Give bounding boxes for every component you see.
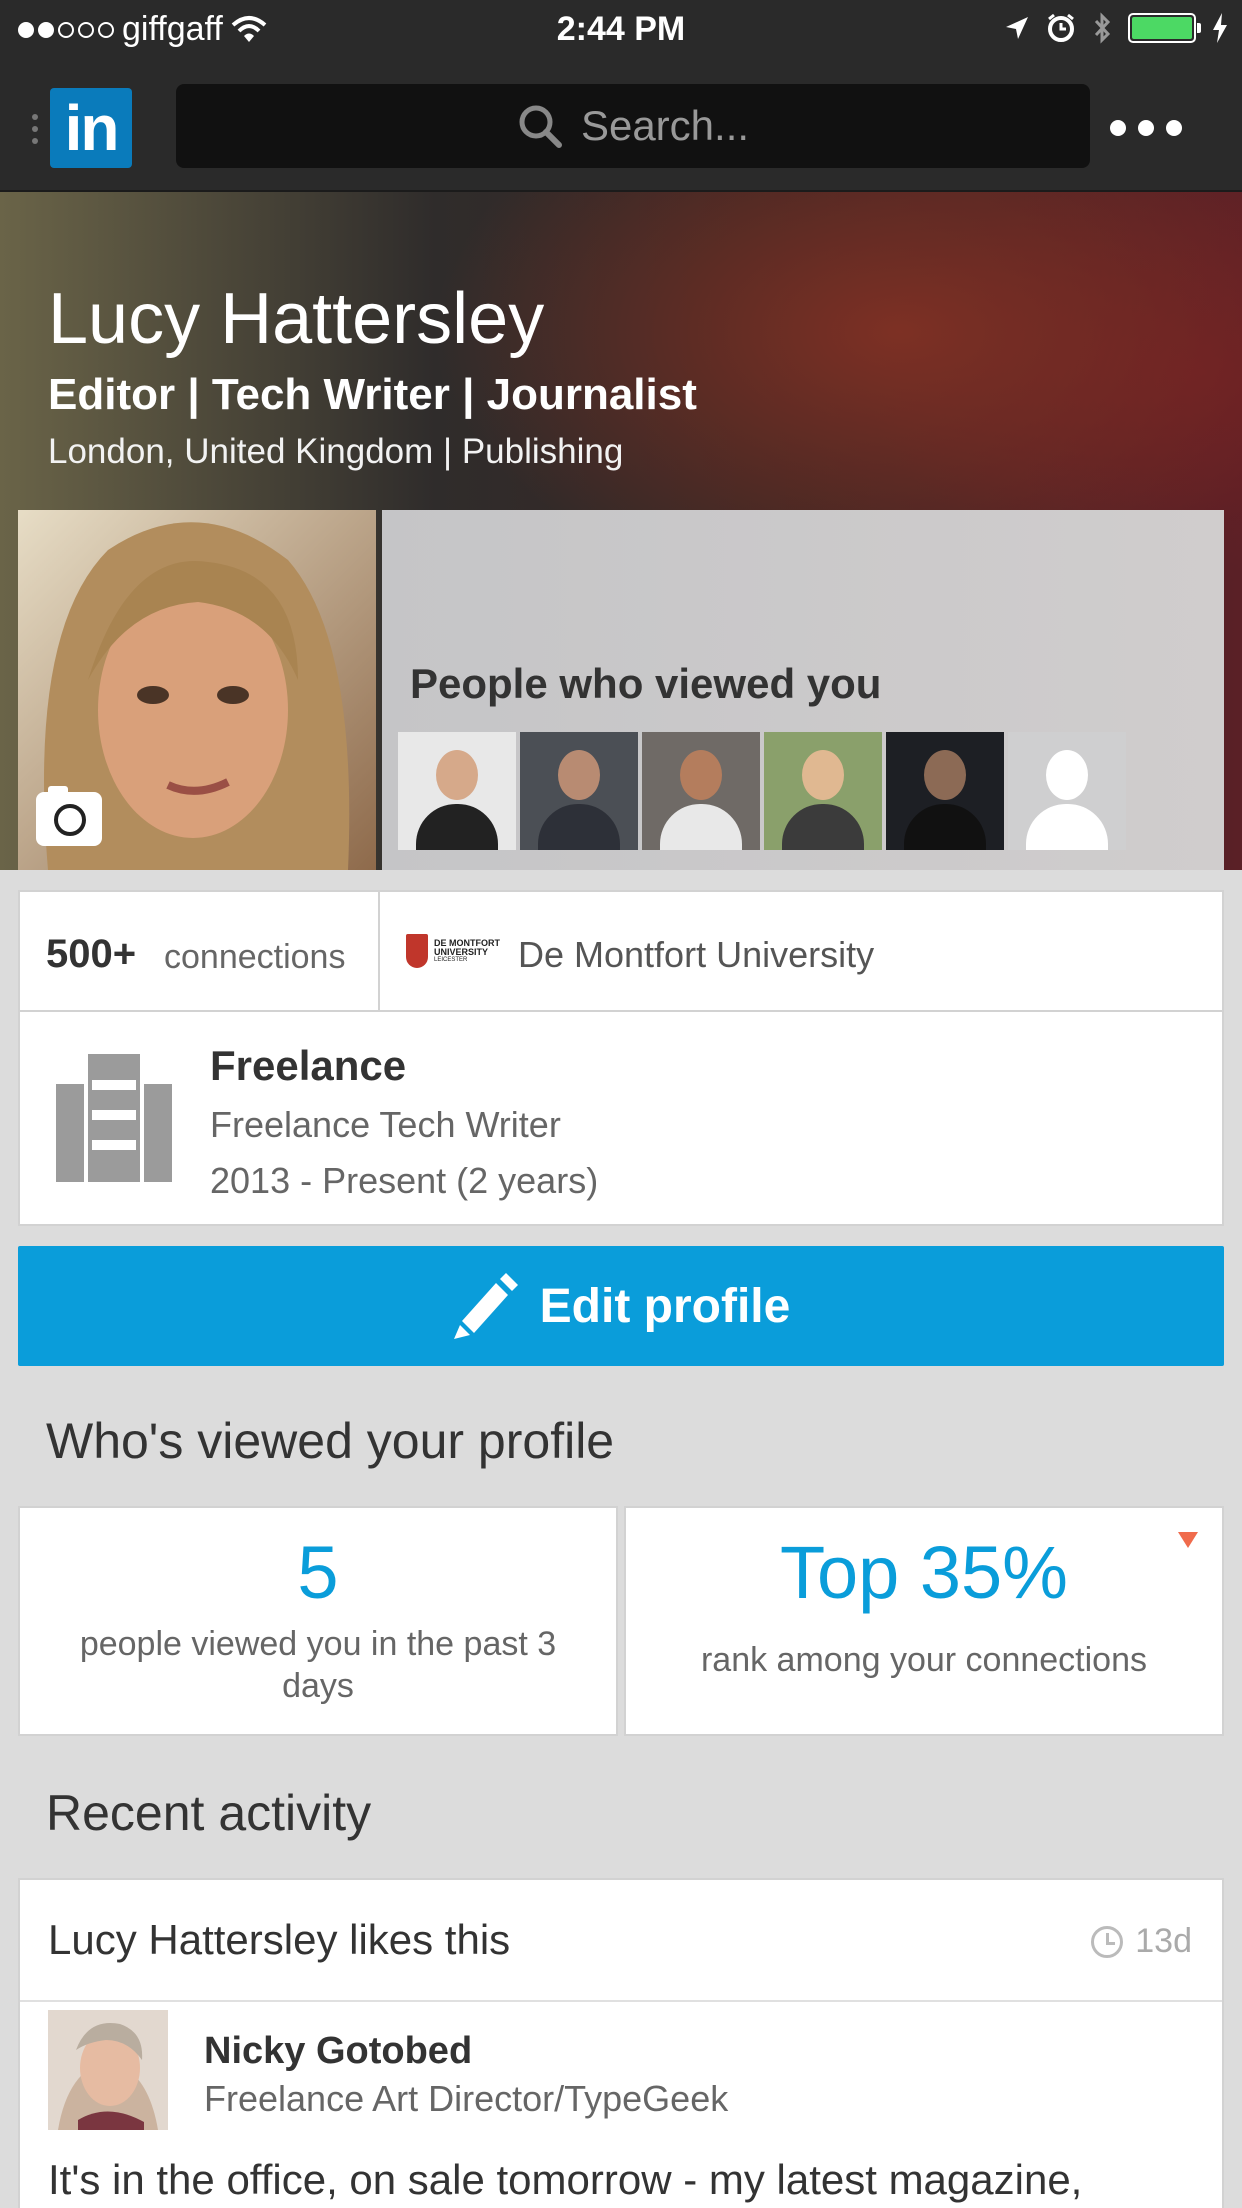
- people-viewed-title: People who viewed you: [410, 660, 882, 707]
- position-title: Freelance Tech Writer: [210, 1104, 561, 1145]
- whos-viewed-title: Who's viewed your profile: [46, 1413, 615, 1469]
- university-crest-icon: [406, 934, 428, 968]
- new-indicator-icon: [1178, 1532, 1198, 1548]
- connections-count: 500+: [46, 932, 137, 976]
- status-icons: [1004, 12, 1228, 44]
- profile-name: Lucy Hattersley: [48, 279, 545, 359]
- profile-views-card[interactable]: 5 people viewed you in the past 3 days: [18, 1506, 618, 1736]
- company-building-icon: [56, 1054, 172, 1182]
- profile-header: Lucy Hattersley Editor | Tech Writer | J…: [0, 192, 1242, 870]
- author-avatar[interactable]: [48, 2010, 168, 2130]
- search-input[interactable]: Search...: [176, 84, 1090, 168]
- activity-age: 13d: [1135, 1922, 1192, 1960]
- search-placeholder: Search...: [580, 102, 750, 149]
- people-viewed-panel[interactable]: People who viewed you: [382, 510, 1224, 870]
- activity-card[interactable]: Lucy Hattersley likes this 13d Nicky Got…: [18, 1878, 1224, 2208]
- current-position-card[interactable]: Freelance Freelance Tech Writer 2013 - P…: [18, 1010, 1224, 1226]
- charging-icon: [1213, 13, 1227, 43]
- pencil-icon: [453, 1273, 518, 1339]
- activity-actor: Lucy Hattersley likes this: [48, 1916, 511, 1963]
- connections-card[interactable]: 500+ connections: [18, 890, 380, 1012]
- author-title: Freelance Art Director/TypeGeek: [204, 2078, 729, 2119]
- more-icon[interactable]: [1110, 120, 1182, 136]
- profile-headline: Editor | Tech Writer | Journalist: [48, 370, 697, 419]
- viewer-avatar[interactable]: [642, 732, 760, 850]
- profile-location: London, United Kingdom | Publishing: [48, 432, 624, 471]
- location-arrow-icon: [1006, 17, 1028, 39]
- position-dates: 2013 - Present (2 years): [210, 1160, 599, 1201]
- activity-header: Lucy Hattersley likes this 13d: [20, 1880, 1222, 2002]
- clock-icon: [1091, 1925, 1124, 1958]
- grip-icon[interactable]: [32, 114, 38, 144]
- viewer-avatar-placeholder[interactable]: [1008, 732, 1126, 850]
- alarm-icon: [1048, 13, 1074, 42]
- viewer-avatar[interactable]: [764, 732, 882, 850]
- search-icon: [519, 105, 562, 148]
- views-label: people viewed you in the past 3 days: [79, 1625, 557, 1705]
- education-card[interactable]: DE MONTFORT UNIVERSITY LEICESTER De Mont…: [378, 890, 1224, 1012]
- university-logo: DE MONTFORT UNIVERSITY LEICESTER: [406, 934, 500, 968]
- edit-profile-label: Edit profile: [539, 1279, 791, 1333]
- status-bar: giffgaff 2:44 PM: [0, 0, 1242, 62]
- battery-icon: [1128, 13, 1201, 43]
- viewer-avatar[interactable]: [520, 732, 638, 850]
- rank-card[interactable]: Top 35% rank among your connections: [624, 1506, 1224, 1736]
- company-name: Freelance: [210, 1042, 407, 1089]
- viewer-avatar[interactable]: [886, 732, 1004, 850]
- linkedin-logo[interactable]: in: [50, 88, 132, 168]
- profile-photo[interactable]: [18, 510, 376, 870]
- activity-time: 13d: [1091, 1922, 1192, 1961]
- bluetooth-icon: [1094, 12, 1111, 44]
- recent-activity-title: Recent activity: [46, 1785, 372, 1841]
- post-text: It's in the office, on sale tomorrow - m…: [48, 2156, 1083, 2203]
- viewer-avatar[interactable]: [398, 732, 516, 850]
- rank-value: Top 35%: [780, 1531, 1068, 1614]
- views-count: 5: [297, 1531, 339, 1614]
- edit-profile-button[interactable]: Edit profile: [18, 1246, 1224, 1366]
- school-name: De Montfort University: [518, 934, 875, 975]
- connections-label: connections: [164, 938, 346, 976]
- rank-label: rank among your connections: [700, 1641, 1148, 1679]
- nav-bar: in Search...: [0, 62, 1242, 192]
- camera-icon[interactable]: [36, 786, 102, 846]
- author-name[interactable]: Nicky Gotobed: [204, 2030, 472, 2073]
- viewer-thumbnails: [398, 732, 1126, 850]
